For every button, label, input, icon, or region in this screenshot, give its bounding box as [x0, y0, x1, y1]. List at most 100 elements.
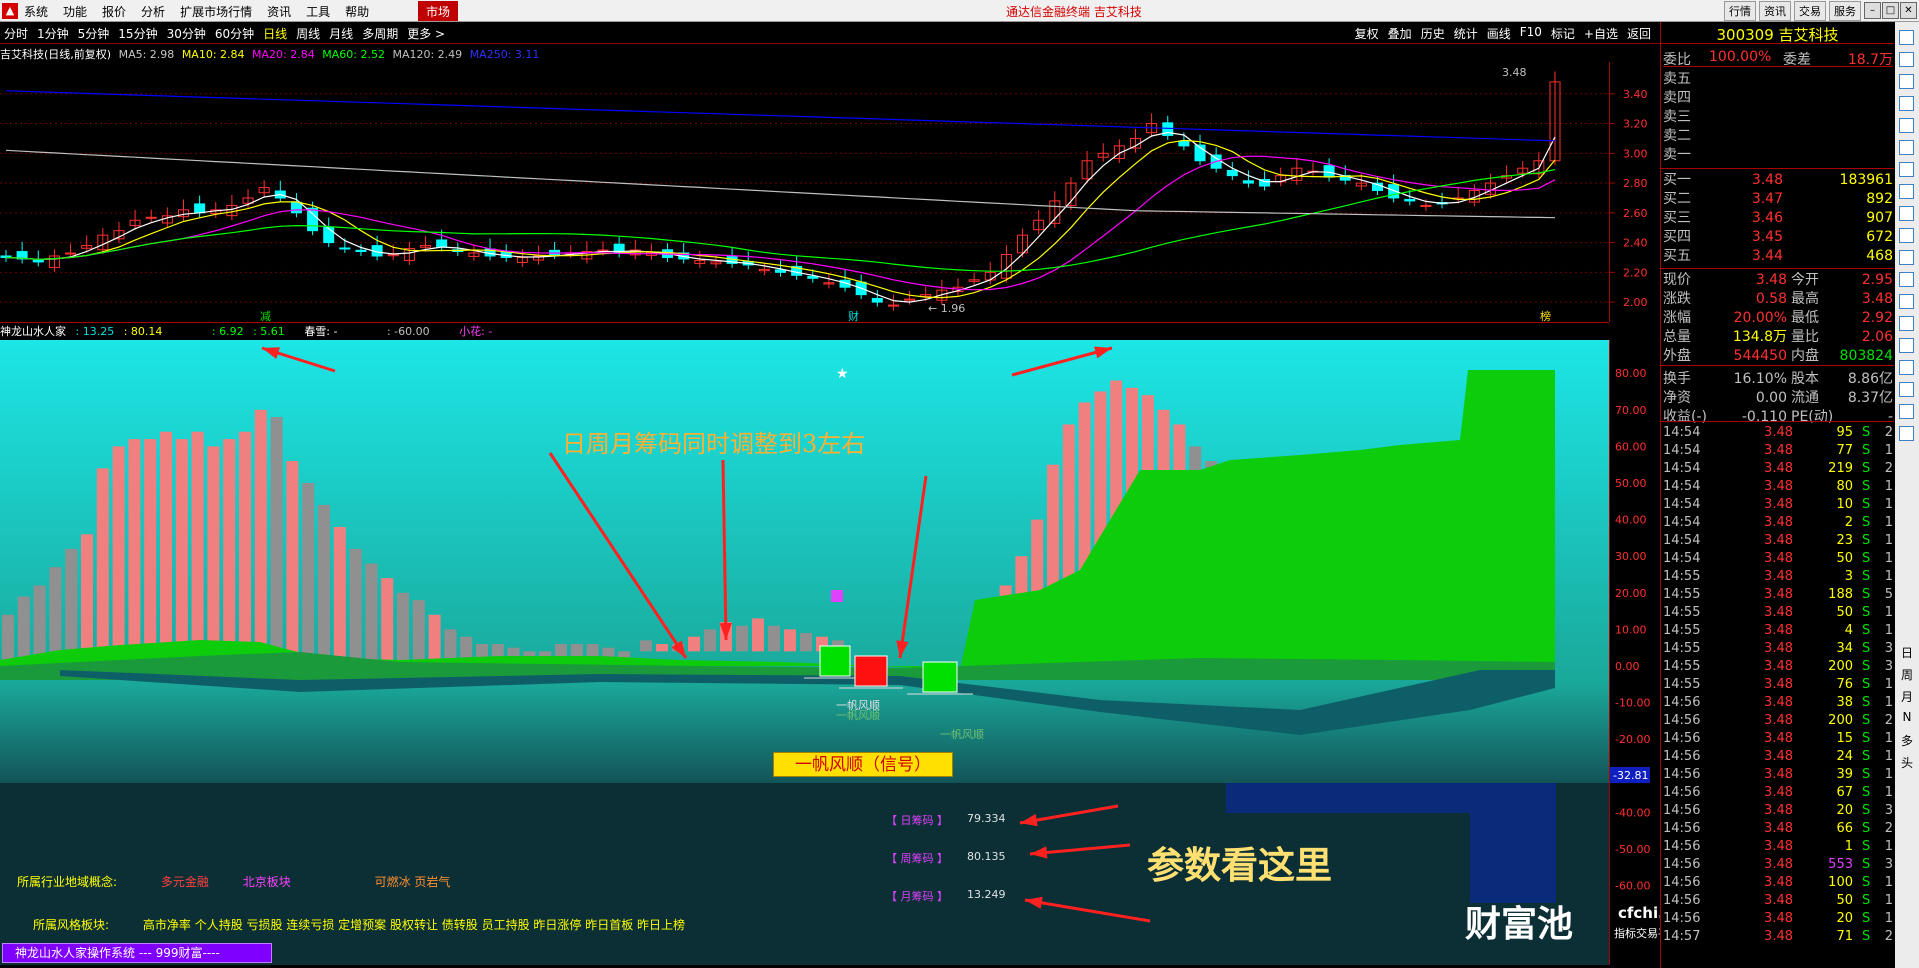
fin-icon[interactable] — [1899, 228, 1914, 243]
period-tab[interactable]: 60分钟 — [215, 25, 254, 42]
menu-item[interactable]: 分析 — [141, 3, 165, 20]
down-arrow-icon[interactable] — [1899, 74, 1914, 89]
iaxis-label: 20.00 — [1615, 587, 1647, 600]
top-button[interactable]: 资讯 — [1759, 1, 1791, 21]
doc-icon[interactable] — [1899, 206, 1914, 221]
tick-volume: 15 — [1836, 731, 1853, 746]
app-logo-icon[interactable]: ▲ — [2, 3, 18, 19]
menu-item[interactable]: 资讯 — [267, 3, 291, 20]
period-tab[interactable]: 5分钟 — [78, 25, 110, 42]
period-tab[interactable]: 1分钟 — [37, 25, 69, 42]
tick-count: 1 — [1884, 605, 1893, 620]
menu-item[interactable]: 扩展市场行情 — [180, 3, 252, 20]
top-button[interactable]: 服务 — [1829, 1, 1861, 21]
eraser-icon[interactable] — [1899, 382, 1914, 397]
tick-side: S — [1862, 569, 1871, 584]
period-tab[interactable]: 15分钟 — [118, 25, 157, 42]
period-tab[interactable]: 多周期 — [362, 25, 398, 42]
menu-item[interactable]: 工具 — [306, 3, 330, 20]
tick-volume: 2 — [1844, 515, 1853, 530]
period-tab[interactable]: 周线 — [296, 25, 320, 42]
chart-icon[interactable] — [1899, 30, 1914, 45]
chart-tool-button[interactable]: 标记 — [1551, 25, 1575, 42]
chart-tool-button[interactable]: +自选 — [1584, 25, 1618, 42]
period-tab[interactable]: 分时 — [4, 25, 28, 42]
side-period-button[interactable]: N — [1899, 710, 1915, 724]
stock-code-name[interactable]: 300309 吉艾科技 — [1661, 24, 1894, 44]
tick-row: 14:56 3.48 553 S 3 — [1663, 856, 1893, 874]
top-button[interactable]: 行情 — [1724, 1, 1756, 21]
divider — [1661, 168, 1894, 169]
indicator-bar — [2, 614, 14, 660]
book-icon[interactable] — [1899, 272, 1914, 287]
concept-item-3[interactable]: 可燃冰 页岩气 — [375, 875, 451, 889]
sell-label: 卖一 — [1663, 147, 1691, 163]
indicator-bar — [752, 618, 764, 652]
system-label[interactable]: 神龙山水人家操作系统 --- 999财富---- — [2, 943, 272, 963]
iaxis-label: -40.00 — [1615, 806, 1650, 819]
close-icon[interactable]: ✕ — [1900, 2, 1917, 19]
period-tab[interactable]: 日线 — [263, 25, 287, 42]
chart-tool-button[interactable]: 统计 — [1454, 25, 1478, 42]
menu-item[interactable]: 帮助 — [345, 3, 369, 20]
period-tab[interactable]: 月线 — [329, 25, 353, 42]
bar-icon[interactable] — [1899, 162, 1914, 177]
chart-tool-button[interactable]: 返回 — [1627, 25, 1651, 42]
chart-tool-button[interactable]: 画线 — [1487, 25, 1511, 42]
maximize-icon[interactable]: □ — [1882, 2, 1899, 19]
pen-icon[interactable] — [1899, 360, 1914, 375]
concept-item-1[interactable]: 多元金融 — [161, 875, 209, 889]
side-period-button[interactable]: 周 — [1899, 666, 1915, 683]
menu-item[interactable]: 报价 — [102, 3, 126, 20]
stat-value2: 2.92 — [1861, 310, 1893, 326]
tick-icon[interactable] — [1899, 316, 1914, 331]
kline-chart[interactable]: 3.48 ← 1.96 减 财 榜 — [0, 62, 1609, 322]
menu-item[interactable]: 系统 — [24, 3, 48, 20]
line-icon[interactable] — [1899, 140, 1914, 155]
note-icon[interactable] — [1899, 404, 1914, 419]
side-period-button[interactable]: 日 — [1899, 644, 1915, 661]
concept-item-2[interactable]: 北京板块 — [243, 875, 291, 889]
side-period-button[interactable]: 月 — [1899, 688, 1915, 705]
side-period-button[interactable]: 多 — [1899, 732, 1915, 749]
market-tab[interactable]: 市场 — [418, 1, 459, 21]
period-tab[interactable]: 更多 > — [407, 25, 445, 42]
style-row: 所属风格板块: 高市净率 个人持股 亏损股 连续亏损 定增预案 股权转让 债转股… — [33, 916, 685, 933]
flag-icon[interactable] — [1899, 184, 1914, 199]
menu-item[interactable]: 功能 — [63, 3, 87, 20]
rsi-icon[interactable] — [1899, 338, 1914, 353]
list-icon[interactable] — [1899, 96, 1914, 111]
stat-label: 净资 — [1663, 390, 1691, 406]
tick-volume: 3 — [1844, 569, 1853, 584]
copy-icon[interactable] — [1899, 426, 1914, 441]
settings-icon[interactable] — [1899, 294, 1914, 309]
tick-count: 1 — [1884, 443, 1893, 458]
tick-price: 3.48 — [1764, 587, 1793, 602]
minimize-icon[interactable]: – — [1864, 2, 1881, 19]
indicator-bar — [33, 585, 46, 660]
chart-tool-button[interactable]: 复权 — [1355, 25, 1379, 42]
tick-time: 14:56 — [1663, 731, 1701, 746]
grid-icon[interactable] — [1899, 118, 1914, 133]
indicator-panel[interactable]: ★ 日周月筹码同时调整到3左右 一帆风顺（信号） 一帆风顺 一帆风顺 一帆风顺 … — [0, 340, 1609, 965]
tick-count: 1 — [1884, 497, 1893, 512]
chip-label: 【 日筹码 】 — [886, 814, 948, 827]
indicator-bar — [96, 468, 109, 660]
tick-side: S — [1862, 497, 1871, 512]
chip-value: 13.249 — [967, 888, 1006, 901]
chart-tool-button[interactable]: F10 — [1520, 25, 1542, 42]
top-button[interactable]: 交易 — [1794, 1, 1826, 21]
side-period-button[interactable]: 头 — [1899, 754, 1915, 771]
fund-icon[interactable] — [1899, 250, 1914, 265]
stat-value: 544450 — [1733, 348, 1787, 364]
indicator-bar — [160, 431, 172, 660]
indicator-bar — [800, 633, 812, 652]
tick-side: S — [1862, 479, 1871, 494]
stock-name-label: 吉艾科技(日线,前复权) — [0, 48, 112, 61]
up-arrow-icon[interactable] — [1899, 52, 1914, 67]
chart-tool-button[interactable]: 叠加 — [1388, 25, 1412, 42]
period-tab[interactable]: 30分钟 — [167, 25, 206, 42]
indicator-name3: 小花: - — [459, 325, 493, 338]
chart-tool-button[interactable]: 历史 — [1421, 25, 1445, 42]
stat-row: 涨跌 0.58 最高 3.48 — [1663, 290, 1893, 308]
